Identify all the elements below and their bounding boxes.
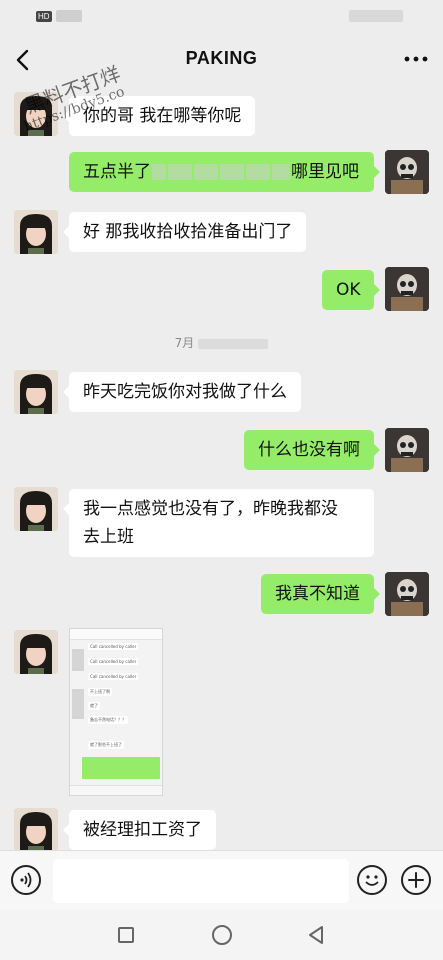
message-bubble-received[interactable]: 昨天吃完饭你对我做了什么 — [63, 372, 301, 412]
avatar[interactable] — [385, 572, 429, 616]
plus-icon — [408, 872, 424, 888]
message-text-end: 哪里见吧 — [291, 162, 359, 182]
message-text-line2: 去上班 — [83, 527, 134, 547]
message-bubble-sent[interactable]: OK — [322, 270, 380, 310]
voice-icon — [20, 872, 32, 888]
message-bubble-received[interactable]: 好 那我收拾收拾准备出门了 — [62, 212, 307, 252]
redacted-text — [246, 164, 270, 180]
chat-title: PAKING — [185, 48, 258, 68]
message-bubble-sent[interactable]: 五点半了 哪里见吧 — [69, 152, 380, 192]
screenshot-row: Call cancelled by caller — [88, 673, 139, 680]
screenshot-row: 就了那些不上班了 — [88, 741, 124, 749]
message-text: 你的哥 我在哪等你呢 — [83, 106, 242, 126]
avatar[interactable] — [385, 428, 429, 472]
message-text: 昨天吃完饭你对我做了什么 — [83, 382, 287, 402]
screenshot-row: Call cancelled by caller — [88, 658, 139, 665]
message-text: 好 那我收拾收拾准备出门了 — [83, 222, 293, 242]
system-back-icon[interactable] — [306, 924, 326, 946]
chat-input-bar — [0, 850, 443, 911]
status-bar: HD — [0, 0, 443, 34]
message-text-line1: 我一点感觉也没有了，昨晚我都没 — [83, 499, 338, 519]
home-icon[interactable] — [212, 925, 232, 945]
system-navigation-bar — [0, 910, 443, 960]
avatar[interactable] — [14, 210, 58, 254]
redacted-text — [152, 164, 166, 180]
message-text: 我真不知道 — [275, 584, 360, 604]
redacted-text — [220, 164, 244, 180]
avatar[interactable] — [385, 267, 429, 311]
screenshot-avatar-blur — [72, 649, 84, 671]
redacted-text — [168, 164, 192, 180]
avatar[interactable] — [14, 630, 58, 674]
more-functions-button[interactable] — [401, 865, 431, 895]
redacted-text — [194, 164, 218, 180]
hd-indicator: HD — [36, 11, 52, 22]
message-input[interactable] — [53, 859, 349, 903]
screenshot-row: 就了 — [88, 702, 100, 710]
message-bubble-received[interactable]: 被经理扣工资了 — [63, 810, 216, 850]
message-text: OK — [336, 280, 361, 300]
smiley-icon — [365, 875, 379, 886]
time-stamp: 7月 — [0, 334, 443, 351]
screenshot-header — [70, 629, 162, 640]
screenshot-row: Call cancelled by caller — [88, 643, 139, 650]
redacted-time — [198, 338, 269, 349]
screenshot-row: 不上班了啊 — [88, 688, 112, 696]
signal-icon — [56, 10, 82, 22]
message-bubble-received[interactable]: 我一点感觉也没有了，昨晚我都没 去上班 — [63, 489, 374, 557]
recent-apps-icon[interactable] — [118, 927, 134, 943]
more-options-icon[interactable] — [403, 54, 429, 64]
avatar[interactable] — [14, 808, 58, 852]
message-bubble-sent[interactable]: 我真不知道 — [261, 574, 380, 614]
screenshot-input-bar — [70, 785, 162, 795]
redacted-text — [272, 164, 290, 180]
battery-status-blurred — [349, 10, 403, 22]
screenshot-row: 备忘不然电话？？？ — [88, 716, 128, 724]
screenshot-green-bubble — [82, 757, 160, 779]
voice-input-button[interactable] — [11, 865, 41, 895]
avatar[interactable] — [14, 487, 58, 531]
image-message-screenshot[interactable]: Call cancelled by caller Call cancelled … — [69, 628, 163, 796]
emoji-button[interactable] — [357, 865, 387, 895]
message-text-start: 五点半了 — [83, 162, 151, 182]
message-bubble-sent[interactable]: 什么也没有啊 — [244, 430, 380, 470]
screenshot-avatar-blur — [72, 689, 84, 719]
message-text: 什么也没有啊 — [258, 440, 360, 460]
avatar[interactable] — [385, 150, 429, 194]
avatar[interactable] — [14, 370, 58, 414]
time-stamp-text: 7月 — [174, 336, 195, 350]
message-text: 被经理扣工资了 — [83, 820, 202, 840]
